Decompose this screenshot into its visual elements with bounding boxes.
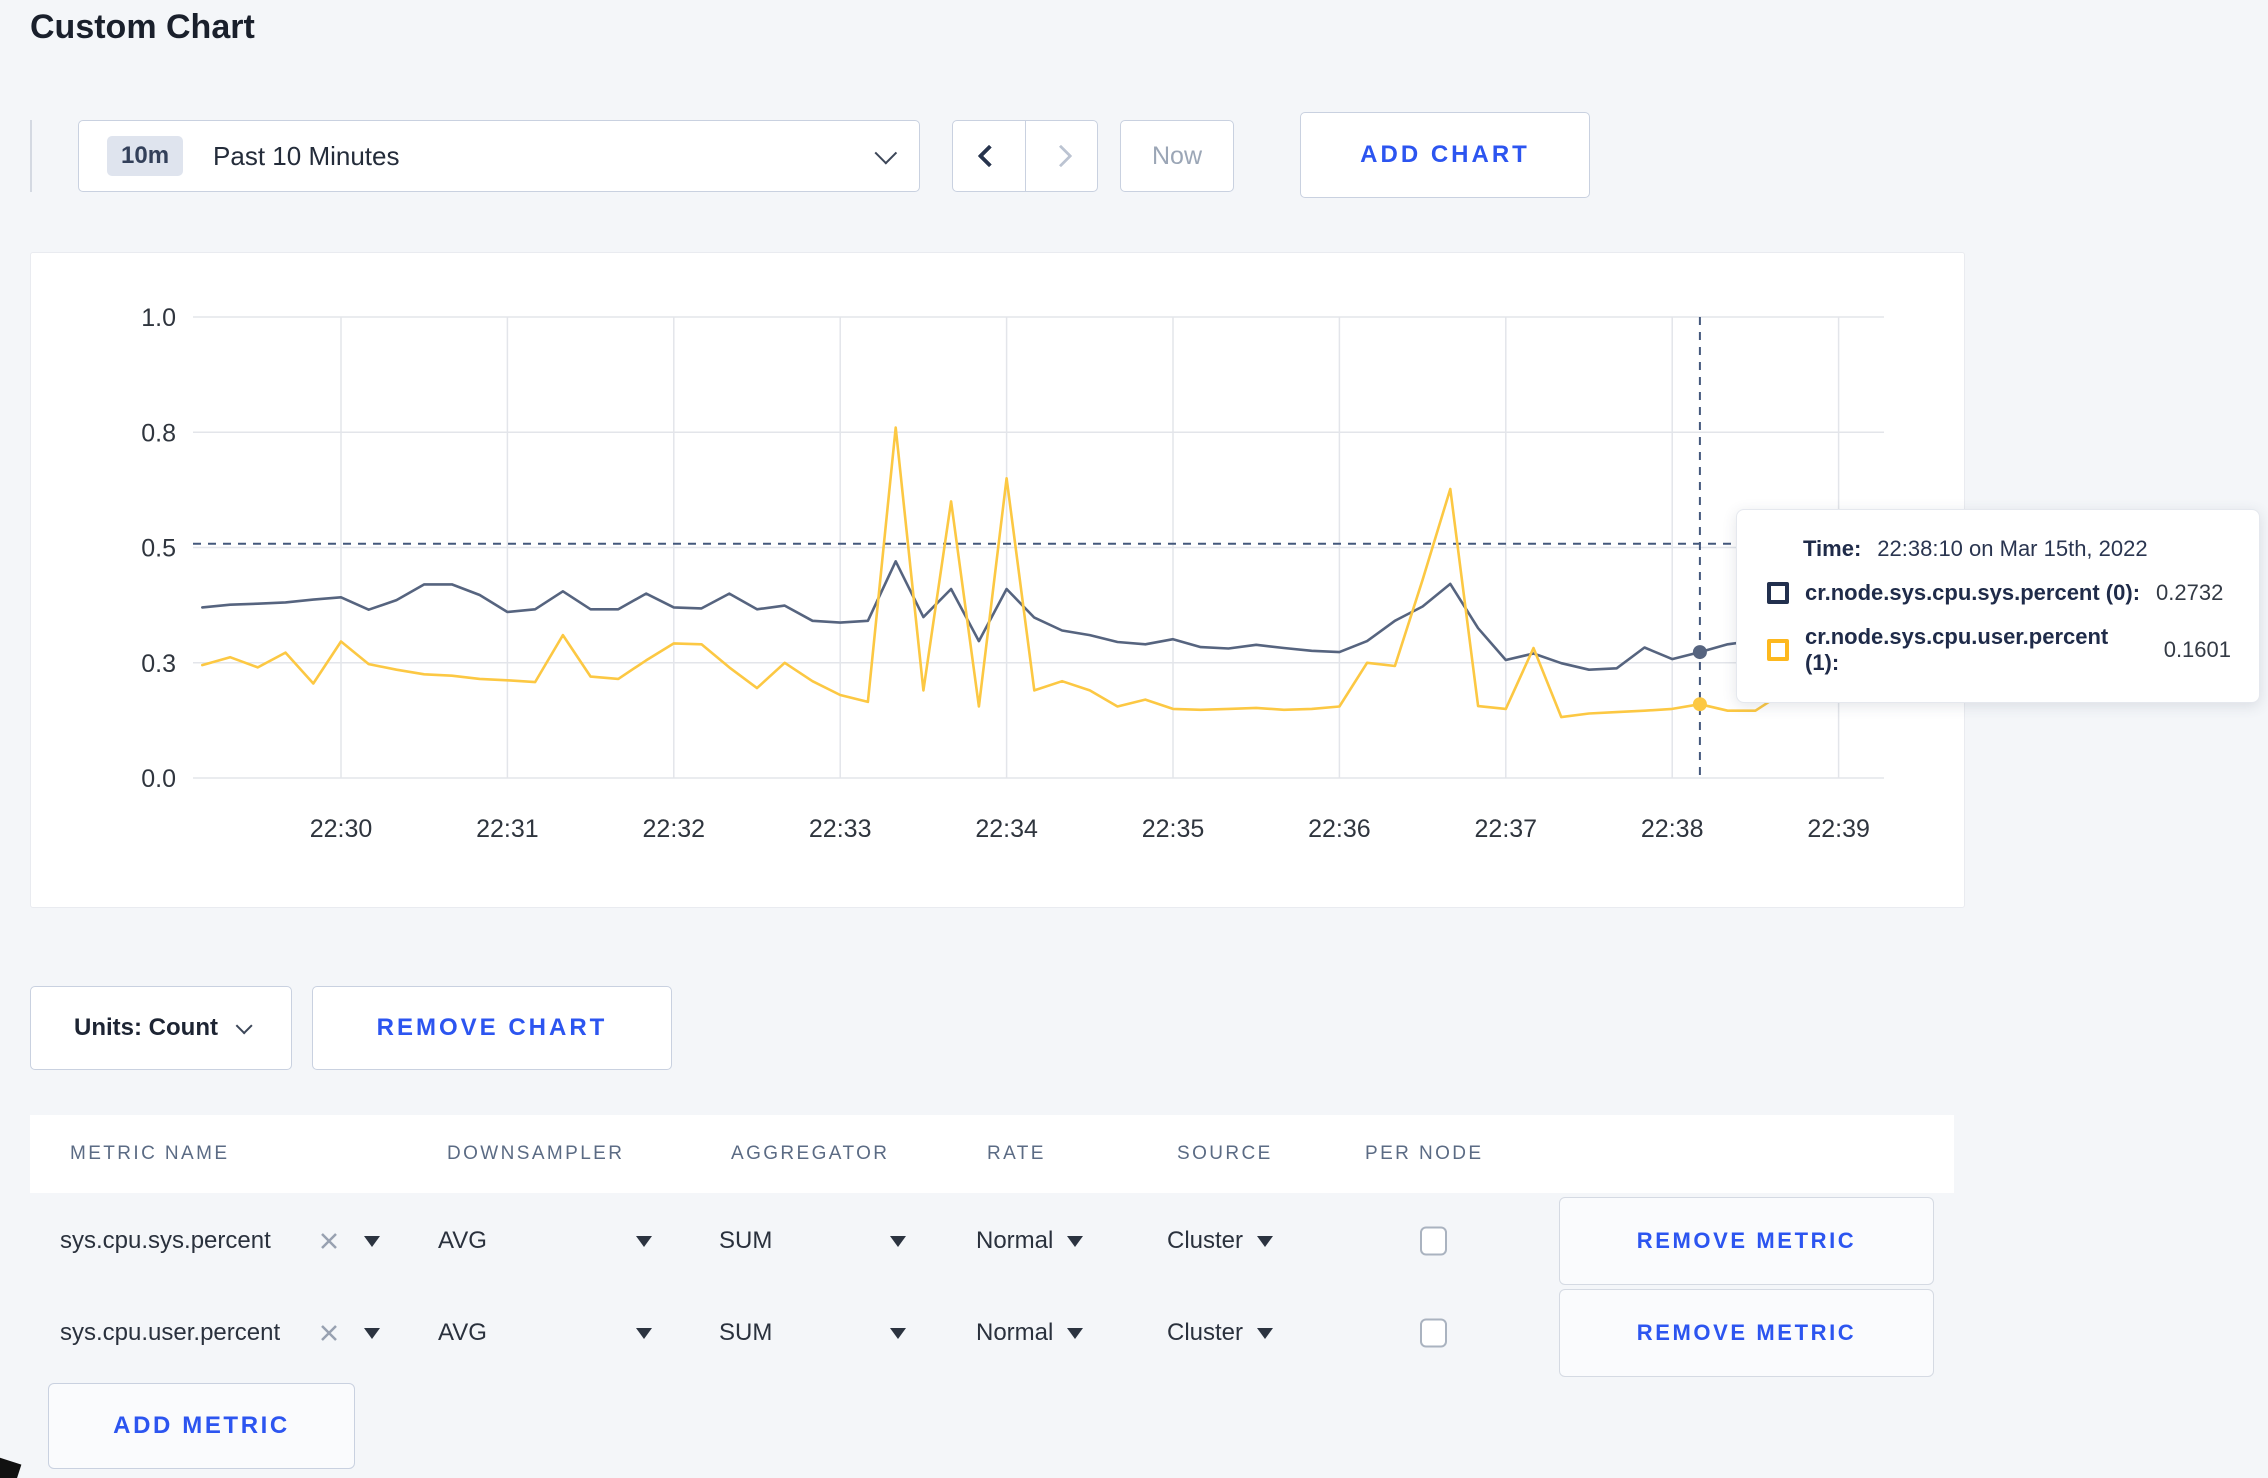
axis-labels: 0.0 0.3 0.5 0.8 1.0 22:30 22:31 22:32 22:33 22:34… <box>141 304 1870 843</box>
chevron-down-icon <box>874 141 898 165</box>
column-header-aggregator: AGGREGATOR <box>731 1143 890 1164</box>
tooltip-series-label: cr.node.sys.cpu.user.percent (1): <box>1805 624 2109 675</box>
metric-row: sys.cpu.sys.percent AVG SUM Normal Clust… <box>30 1197 1954 1285</box>
svg-text:0.8: 0.8 <box>141 419 176 447</box>
rate-select[interactable]: Normal <box>976 1227 1084 1255</box>
svg-text:0.3: 0.3 <box>141 650 176 678</box>
source-value: Cluster <box>1167 1227 1244 1254</box>
source-select[interactable]: Cluster <box>1167 1319 1274 1347</box>
aggregator-value[interactable]: SUM <box>719 1227 772 1255</box>
time-range-badge: 10m <box>107 136 184 176</box>
series-line-0 <box>201 559 1868 672</box>
time-series-plot[interactable]: 0.0 0.3 0.5 0.8 1.0 22:30 22:31 22:32 22:33 22:34… <box>31 253 1966 907</box>
series-sys-swatch-icon <box>1767 582 1789 604</box>
source-value: Cluster <box>1167 1319 1244 1346</box>
toolbar-divider <box>30 120 32 192</box>
rate-select[interactable]: Normal <box>976 1319 1084 1347</box>
svg-text:22:37: 22:37 <box>1475 815 1538 843</box>
svg-text:0.5: 0.5 <box>141 535 176 563</box>
tooltip-series-value: 0.2732 <box>2156 580 2224 605</box>
now-button[interactable]: Now <box>1120 120 1234 192</box>
chart-card: 0.0 0.3 0.5 0.8 1.0 22:30 22:31 22:32 22:33 22:34… <box>30 252 1965 908</box>
remove-metric-x-icon[interactable] <box>318 1322 340 1344</box>
svg-text:22:32: 22:32 <box>643 815 706 843</box>
downsampler-dropdown-icon[interactable] <box>636 1328 652 1339</box>
cursor-artifact <box>0 1456 22 1478</box>
remove-metric-button[interactable]: REMOVE METRIC <box>1559 1197 1934 1285</box>
metric-row: sys.cpu.user.percent AVG SUM Normal Clus… <box>30 1289 1954 1377</box>
svg-text:22:30: 22:30 <box>310 815 373 843</box>
tooltip-series-row: cr.node.sys.cpu.sys.percent (0): 0.2732 <box>1767 580 2231 606</box>
svg-text:22:39: 22:39 <box>1807 815 1870 843</box>
downsampler-value[interactable]: AVG <box>438 1227 487 1255</box>
per-node-checkbox[interactable] <box>1420 1226 1447 1256</box>
add-chart-button[interactable]: ADD CHART <box>1300 112 1590 198</box>
units-dropdown[interactable]: Units: Count <box>30 986 292 1070</box>
rate-value: Normal <box>976 1227 1054 1254</box>
metric-name-value: sys.cpu.sys.percent <box>60 1227 271 1254</box>
page-title: Custom Chart <box>30 8 255 46</box>
source-dropdown-icon <box>1257 1327 1274 1339</box>
chevron-right-icon <box>1049 144 1073 168</box>
svg-text:22:33: 22:33 <box>809 815 872 843</box>
svg-text:22:38: 22:38 <box>1641 815 1704 843</box>
tooltip-series-row: cr.node.sys.cpu.user.percent (1): 0.1601 <box>1767 624 2231 676</box>
column-header-metric-name: METRIC NAME <box>70 1143 230 1164</box>
aggregator-dropdown-icon[interactable] <box>890 1236 906 1247</box>
hover-dot-0 <box>1692 645 1707 660</box>
series-user-swatch-icon <box>1767 639 1789 661</box>
rate-dropdown-icon <box>1067 1235 1084 1247</box>
custom-chart-page: Custom Chart 10m Past 10 Minutes Now ADD… <box>0 0 2268 1478</box>
svg-text:22:34: 22:34 <box>975 815 1038 843</box>
tooltip-series-label: cr.node.sys.cpu.sys.percent (0): <box>1805 580 2141 605</box>
column-header-rate: RATE <box>987 1143 1046 1164</box>
time-nav-group <box>952 120 1098 192</box>
source-dropdown-icon <box>1257 1235 1274 1247</box>
column-header-downsampler: DOWNSAMPLER <box>447 1143 625 1164</box>
metrics-table-header: METRIC NAME DOWNSAMPLER AGGREGATOR RATE … <box>30 1115 1954 1193</box>
metric-name-dropdown-icon[interactable] <box>364 1236 380 1247</box>
svg-text:22:35: 22:35 <box>1142 815 1205 843</box>
tooltip-series-value: 0.1601 <box>2163 637 2231 662</box>
series-line-1 <box>201 426 1868 719</box>
rate-dropdown-icon <box>1067 1327 1084 1339</box>
tooltip-time-value: 22:38:10 on Mar 15th, 2022 <box>1877 536 2148 561</box>
downsampler-dropdown-icon[interactable] <box>636 1236 652 1247</box>
chevron-down-icon <box>235 1017 253 1035</box>
time-range-label: Past 10 Minutes <box>213 140 400 171</box>
per-node-checkbox[interactable] <box>1420 1318 1447 1348</box>
remove-chart-button[interactable]: REMOVE CHART <box>312 986 672 1070</box>
remove-metric-button[interactable]: REMOVE METRIC <box>1559 1289 1934 1377</box>
rate-value: Normal <box>976 1319 1054 1346</box>
downsampler-value[interactable]: AVG <box>438 1319 487 1347</box>
metric-name-dropdown-icon[interactable] <box>364 1328 380 1339</box>
prev-time-button[interactable] <box>953 121 1025 191</box>
remove-metric-x-icon[interactable] <box>318 1230 340 1252</box>
chevron-left-icon <box>977 144 1001 168</box>
gridlines <box>193 316 1884 779</box>
time-range-dropdown[interactable]: 10m Past 10 Minutes <box>78 120 920 192</box>
svg-text:1.0: 1.0 <box>141 304 176 332</box>
next-time-button[interactable] <box>1024 121 1098 191</box>
units-label: Units: Count <box>74 1014 218 1041</box>
column-header-per-node: PER NODE <box>1365 1143 1484 1164</box>
svg-text:22:31: 22:31 <box>476 815 539 843</box>
column-header-source: SOURCE <box>1177 1143 1273 1164</box>
metric-name-value: sys.cpu.user.percent <box>60 1319 281 1346</box>
svg-text:0.0: 0.0 <box>141 765 176 793</box>
aggregator-dropdown-icon[interactable] <box>890 1328 906 1339</box>
hover-dot-1 <box>1692 697 1707 712</box>
svg-text:22:36: 22:36 <box>1308 815 1371 843</box>
tooltip-time-label: Time: <box>1803 536 1862 561</box>
add-metric-button[interactable]: ADD METRIC <box>48 1383 355 1469</box>
chart-tooltip: Time: 22:38:10 on Mar 15th, 2022 cr.node… <box>1736 509 2260 703</box>
tooltip-time-row: Time: 22:38:10 on Mar 15th, 2022 <box>1803 536 2231 562</box>
source-select[interactable]: Cluster <box>1167 1227 1274 1255</box>
aggregator-value[interactable]: SUM <box>719 1319 772 1347</box>
